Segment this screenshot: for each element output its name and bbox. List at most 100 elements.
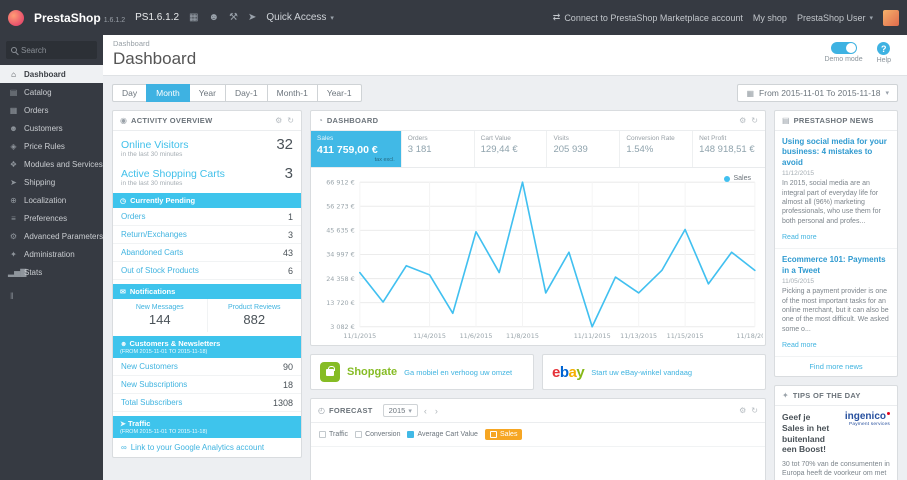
person-icon[interactable]: ☻ xyxy=(208,12,219,23)
read-more-link[interactable]: Read more xyxy=(782,342,817,349)
month-minus-1-button[interactable]: Month-1 xyxy=(266,84,318,102)
abandoned-carts-link[interactable]: Abandoned Carts xyxy=(121,248,183,257)
refresh-icon[interactable]: ↻ xyxy=(287,116,294,125)
day-minus-1-button[interactable]: Day-1 xyxy=(224,84,268,102)
pending-row: Orders 1 xyxy=(113,208,301,226)
ebay-module: ebay Start uw eBay-winkel vandaag xyxy=(542,354,766,391)
sidebar-item-preferences[interactable]: ≡ Preferences xyxy=(0,209,103,227)
avatar[interactable] xyxy=(883,9,899,26)
article-date: 11/05/2015 xyxy=(782,278,815,286)
legend-label: Sales xyxy=(499,431,518,439)
kpi-value: 3 181 xyxy=(407,144,432,155)
orders-pending-link[interactable]: Orders xyxy=(121,212,145,221)
shop-name[interactable]: PS1.6.1.2 xyxy=(135,12,179,23)
brand-version: 1.6.1.2 xyxy=(103,16,126,24)
sidebar-item-price-rules[interactable]: ◈ Price Rules xyxy=(0,137,103,155)
customers-icon: ☻ xyxy=(9,123,18,133)
returns-link[interactable]: Return/Exchanges xyxy=(121,230,187,239)
sidebar-search xyxy=(6,41,97,59)
help-label: Help xyxy=(876,57,891,64)
rocket-icon[interactable]: ➤ xyxy=(248,12,256,23)
sidebar-item-modules[interactable]: ❖ Modules and Services xyxy=(0,155,103,173)
shopgate-link[interactable]: Ga mobiel en verhoog uw omzet xyxy=(404,368,512,377)
sidebar-item-orders[interactable]: ▦ Orders xyxy=(0,101,103,119)
kpi-orders[interactable]: Orders 3 181 xyxy=(402,131,475,167)
sidebar-collapse-button[interactable]: ‖ xyxy=(0,281,103,301)
article-title-link[interactable]: Ecommerce 101: Payments in a Tweet xyxy=(782,255,890,276)
ebay-link[interactable]: Start uw eBay-winkel vandaag xyxy=(591,368,692,377)
cart-icon[interactable]: ▦ xyxy=(189,12,198,23)
sidebar-item-stats[interactable]: ▂▅▇ Stats xyxy=(0,263,103,281)
kpi-visits[interactable]: Visits 205 939 xyxy=(547,131,621,167)
chart-legend-sales[interactable]: Sales xyxy=(724,175,751,182)
kpi-label: Visits xyxy=(553,135,569,142)
product-reviews-cell[interactable]: Product Reviews 882 xyxy=(208,299,302,332)
article-title-link[interactable]: Using social media for your business: 4 … xyxy=(782,137,890,168)
stats-icon: ▂▅▇ xyxy=(8,267,27,277)
user-menu[interactable]: PrestaShop User ▾ xyxy=(797,13,873,23)
bulb-icon: ✦ xyxy=(782,391,789,401)
online-visitors-link[interactable]: Online Visitors xyxy=(121,139,189,151)
find-more-news-link[interactable]: Find more news xyxy=(809,362,862,371)
new-messages-cell[interactable]: New Messages 144 xyxy=(113,299,208,332)
legend-conversion[interactable]: Conversion xyxy=(355,431,400,439)
sidebar-item-shipping[interactable]: ➤ Shipping xyxy=(0,173,103,191)
svg-text:11/1/2015: 11/1/2015 xyxy=(343,332,376,340)
year-select[interactable]: 2015 ▾ xyxy=(382,404,418,418)
kpi-cart-value[interactable]: Cart Value 129,44 € xyxy=(475,131,548,167)
new-customers-link[interactable]: New Customers xyxy=(121,362,178,371)
year-button[interactable]: Year xyxy=(188,84,226,102)
sidebar-item-administration[interactable]: ✦ Administration xyxy=(0,245,103,263)
prev-year-button[interactable]: ‹ xyxy=(422,406,429,416)
kpi-sales[interactable]: Sales 411 759,00 € tax excl. xyxy=(311,131,402,167)
article-excerpt: In 2015, social media are an integral pa… xyxy=(782,180,881,225)
marketplace-link[interactable]: ⇄ Connect to PrestaShop Marketplace acco… xyxy=(553,12,743,23)
product-reviews-label: Product Reviews xyxy=(227,304,281,311)
active-carts-link[interactable]: Active Shopping Carts xyxy=(121,168,225,180)
kpi-conversion-rate[interactable]: Conversion Rate 1.54% xyxy=(620,131,694,167)
sidebar-item-advanced-parameters[interactable]: ⚙ Advanced Parameters xyxy=(0,227,103,245)
prestashop-logo[interactable] xyxy=(8,9,24,26)
year-minus-1-button[interactable]: Year-1 xyxy=(316,84,362,102)
section-subtitle: (FROM 2015-11-01 TO 2015-11-18) xyxy=(120,349,208,355)
demo-mode-toggle[interactable] xyxy=(830,42,857,54)
svg-text:11/15/2015: 11/15/2015 xyxy=(667,332,704,340)
forecast-panel: ◴ FORECAST 2015 ▾ ‹ › ⚙ ↻ Traffic Conver… xyxy=(310,398,766,480)
refresh-icon[interactable]: ↻ xyxy=(751,116,758,125)
refresh-icon[interactable]: ↻ xyxy=(751,406,758,415)
brand-name[interactable]: PrestaShop xyxy=(34,11,101,25)
search-icon xyxy=(11,47,17,53)
sidebar-item-catalog[interactable]: ▤ Catalog xyxy=(0,83,103,101)
sidebar-item-label: Modules and Services xyxy=(24,159,103,169)
legend-traffic[interactable]: Traffic xyxy=(319,431,348,439)
settings-icon[interactable]: ⚙ xyxy=(739,116,746,125)
my-shop-link[interactable]: My shop xyxy=(753,13,787,23)
new-subscriptions-link[interactable]: New Subscriptions xyxy=(121,380,187,389)
folder-icon: ▤ xyxy=(9,87,18,97)
legend-sales[interactable]: Sales xyxy=(484,429,523,441)
kpi-net-profit[interactable]: Net Profit 148 918,51 € xyxy=(693,131,765,167)
sidebar-item-dashboard[interactable]: ⌂ Dashboard xyxy=(0,65,103,83)
day-button[interactable]: Day xyxy=(112,84,148,102)
breadcrumb: Dashboard xyxy=(113,39,150,48)
google-analytics-link[interactable]: ∞ Link to your Google Analytics account xyxy=(121,443,293,452)
help-icon[interactable]: ? xyxy=(877,42,891,55)
out-of-stock-link[interactable]: Out of Stock Products xyxy=(121,266,199,275)
date-range-picker[interactable]: ▦ From 2015-11-01 To 2015-11-18 ▾ xyxy=(737,84,898,102)
total-subscribers-link[interactable]: Total Subscribers xyxy=(121,398,182,407)
activity-overview-panel: ◉ ACTIVITY OVERVIEW ⚙ ↻ Online Visitors … xyxy=(112,110,302,458)
legend-average-cart-value[interactable]: Average Cart Value xyxy=(407,431,478,439)
settings-icon[interactable]: ⚙ xyxy=(275,116,282,125)
month-button[interactable]: Month xyxy=(146,84,190,102)
sidebar-item-customers[interactable]: ☻ Customers xyxy=(0,119,103,137)
search-input[interactable] xyxy=(21,45,91,55)
settings-icon[interactable]: ⚙ xyxy=(739,406,746,415)
next-year-button[interactable]: › xyxy=(433,406,440,416)
caret-down-icon: ▾ xyxy=(330,14,334,22)
article-date: 11/12/2015 xyxy=(782,170,815,178)
tools-icon[interactable]: ⚒ xyxy=(229,12,238,23)
sidebar-item-localization[interactable]: ⊕ Localization xyxy=(0,191,103,209)
read-more-link[interactable]: Read more xyxy=(782,234,817,241)
forecast-icon: ◴ xyxy=(318,406,325,416)
quick-access-menu[interactable]: Quick Access ▾ xyxy=(266,12,334,23)
